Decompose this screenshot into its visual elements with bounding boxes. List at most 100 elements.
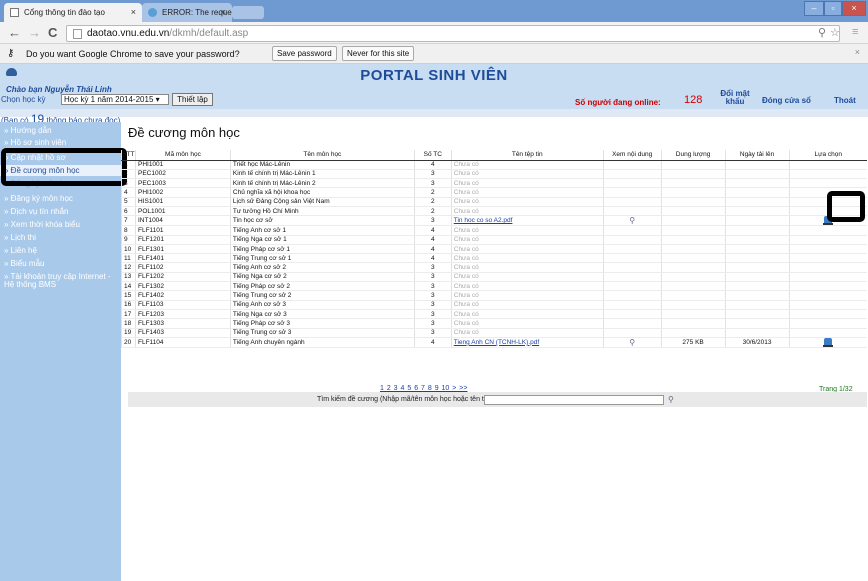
- file-name: Chưa có: [450, 244, 604, 255]
- file-name: Chưa có: [450, 253, 604, 264]
- course-name: Tiếng Anh cơ sở 2: [229, 262, 415, 273]
- sidebar-item-exams[interactable]: » Lịch thi: [0, 234, 121, 242]
- sidebar-item-timetable[interactable]: » Xem thời khóa biểu: [0, 221, 121, 229]
- row-number: 1: [121, 160, 136, 170]
- view-content-icon[interactable]: ⚲: [629, 338, 635, 347]
- table-row: 20 FLF1104 Tiếng Anh chuyên ngành 4 Tieng An…: [121, 337, 867, 348]
- credits: 4: [413, 160, 452, 170]
- pagination[interactable]: 1 2 3 4 5 6 7 8 9 10 > >>: [380, 385, 467, 392]
- search-input[interactable]: [484, 395, 664, 405]
- search-icon[interactable]: ⚲: [668, 395, 674, 404]
- course-code: POL1001: [134, 206, 231, 217]
- zoom-icon[interactable]: ⚲: [818, 26, 826, 39]
- file-size: [660, 178, 726, 189]
- file-name: Chưa có: [450, 262, 604, 273]
- tab-portal[interactable]: Cổng thông tin đào tạo ×: [4, 3, 142, 22]
- course-code: FLF1104: [134, 337, 231, 348]
- download-cell: [788, 328, 867, 338]
- back-arrow-icon[interactable]: ←: [8, 25, 21, 41]
- column-header: Ngày tải lên: [724, 150, 790, 161]
- download-cell: [788, 309, 867, 320]
- row-number: 11: [121, 253, 136, 264]
- course-name: Kinh tế chính trị Mác-Lênin 2: [229, 178, 415, 189]
- column-header: STT: [121, 150, 136, 161]
- course-name: Tiếng Anh chuyên ngành: [229, 337, 415, 348]
- tab-error[interactable]: ERROR: The requested URL ×: [142, 3, 232, 22]
- course-code: FLF1102: [134, 262, 231, 273]
- forward-arrow-icon[interactable]: →: [28, 25, 41, 41]
- course-name: Tiếng Nga cơ sở 3: [229, 309, 415, 320]
- file-link[interactable]: Tieng Anh CN (TCNH-LK).pdf: [454, 339, 539, 346]
- sidebar-item-guide[interactable]: » Hướng dẫn: [0, 127, 121, 135]
- table-row: 8 FLF1101 Tiếng Anh cơ sở 1 4 Chưa có: [121, 225, 867, 236]
- credits: 4: [413, 225, 452, 236]
- never-for-this-site-button[interactable]: Never for this site: [342, 46, 415, 61]
- table-row: 12 FLF1102 Tiếng Anh cơ sở 2 3 Chưa có: [121, 262, 867, 273]
- table-row: 5 HIS1001 Lịch sử Đảng Cộng sản Việt Nam 2 C…: [121, 197, 867, 208]
- file-size: [660, 225, 726, 236]
- file-name: Chưa có: [450, 300, 604, 310]
- change-password-link[interactable]: Đổi mật khẩu: [720, 90, 750, 106]
- file-name: Chưa có: [450, 225, 604, 236]
- maximize-button[interactable]: ▫: [824, 1, 842, 16]
- table-row: 11 FLF1401 Tiếng Trung cơ sở 1 4 Chưa có: [121, 253, 867, 264]
- course-name: Tiếng Pháp cơ sở 3: [229, 318, 415, 329]
- reload-icon[interactable]: C: [48, 25, 57, 41]
- table-row: 4 PHI1002 Chủ nghĩa xã hội khoa học 2 Chưa c…: [121, 187, 867, 198]
- credits: 3: [413, 272, 452, 283]
- course-name: Tiếng Pháp cơ sở 1: [229, 244, 415, 255]
- minimize-button[interactable]: –: [804, 1, 824, 16]
- file-name: Chưa có: [450, 318, 604, 329]
- upload-date: [724, 309, 790, 320]
- course-code: FLF1302: [134, 281, 231, 292]
- sidebar-item-internet-account[interactable]: » Tài khoản truy cập Internet - Hệ thống…: [0, 273, 118, 289]
- window-close-button[interactable]: ×: [842, 1, 866, 16]
- sidebar-item-forms[interactable]: » Biểu mẫu: [0, 260, 121, 268]
- row-number: 17: [121, 309, 136, 320]
- row-number: 4: [121, 187, 136, 198]
- sidebar-item-sms-service[interactable]: » Dịch vụ tín nhắn: [0, 208, 121, 216]
- upload-date: [724, 272, 790, 283]
- credits: 3: [413, 290, 452, 301]
- close-icon[interactable]: ×: [855, 47, 860, 57]
- close-window-link[interactable]: Đóng cửa sổ: [762, 97, 811, 105]
- course-code: PEC1002: [134, 169, 231, 180]
- save-password-button[interactable]: Save password: [272, 46, 337, 61]
- download-icon[interactable]: [823, 337, 834, 347]
- sidebar-item-profile[interactable]: » Hồ sơ sinh viên: [0, 139, 121, 147]
- close-icon[interactable]: ×: [221, 7, 226, 17]
- file-size: [660, 197, 726, 208]
- course-code: PEC1003: [134, 178, 231, 189]
- sidebar-item-contact[interactable]: » Liên hệ: [0, 247, 121, 255]
- address-bar[interactable]: daotao.vnu.edu.vn/dkmh/default.asp: [66, 25, 840, 42]
- new-tab-button[interactable]: [232, 6, 264, 19]
- course-name: Tư tưởng Hồ Chí Minh: [229, 206, 415, 217]
- sidebar-item-course-registration[interactable]: » Đăng ký môn học: [0, 195, 121, 203]
- view-content-icon[interactable]: ⚲: [629, 216, 635, 225]
- course-code: FLF1402: [134, 290, 231, 301]
- view-cell: [602, 244, 662, 255]
- close-icon[interactable]: ×: [131, 7, 136, 17]
- browser-toolbar: ← → C daotao.vnu.edu.vn/dkmh/default.asp…: [0, 22, 868, 44]
- file-link[interactable]: Tin hoc co so A2.pdf: [454, 217, 513, 224]
- file-size: [660, 262, 726, 273]
- course-code: PHI1001: [134, 160, 231, 170]
- online-count: 128: [684, 94, 703, 106]
- course-name: Tiếng Pháp cơ sở 2: [229, 281, 415, 292]
- table-row: 18 FLF1303 Tiếng Pháp cơ sở 3 3 Chưa có: [121, 318, 867, 329]
- star-icon[interactable]: ☆: [830, 26, 840, 39]
- term-value: Học kỳ 1 năm 2014-2015: [64, 95, 154, 104]
- column-header: Tên môn học: [229, 150, 415, 161]
- column-header: Dung lượng: [660, 150, 726, 161]
- portal-header: PORTAL SINH VIÊN Chào bạn Nguyễn Thái Li…: [0, 64, 868, 109]
- course-code: FLF1203: [134, 309, 231, 320]
- term-select[interactable]: Học kỳ 1 năm 2014-2015 ▾: [61, 94, 169, 105]
- view-cell: [602, 290, 662, 301]
- set-term-button[interactable]: Thiết lập: [172, 93, 213, 106]
- portal-title: PORTAL SINH VIÊN: [360, 67, 508, 84]
- upload-date: [724, 281, 790, 292]
- menu-icon[interactable]: ≡: [852, 26, 858, 38]
- table-row: 3 PEC1003 Kinh tế chính trị Mác-Lênin 2 3 Ch…: [121, 178, 867, 189]
- online-label: Số người đang online:: [575, 98, 661, 107]
- logout-link[interactable]: Thoát: [834, 97, 856, 105]
